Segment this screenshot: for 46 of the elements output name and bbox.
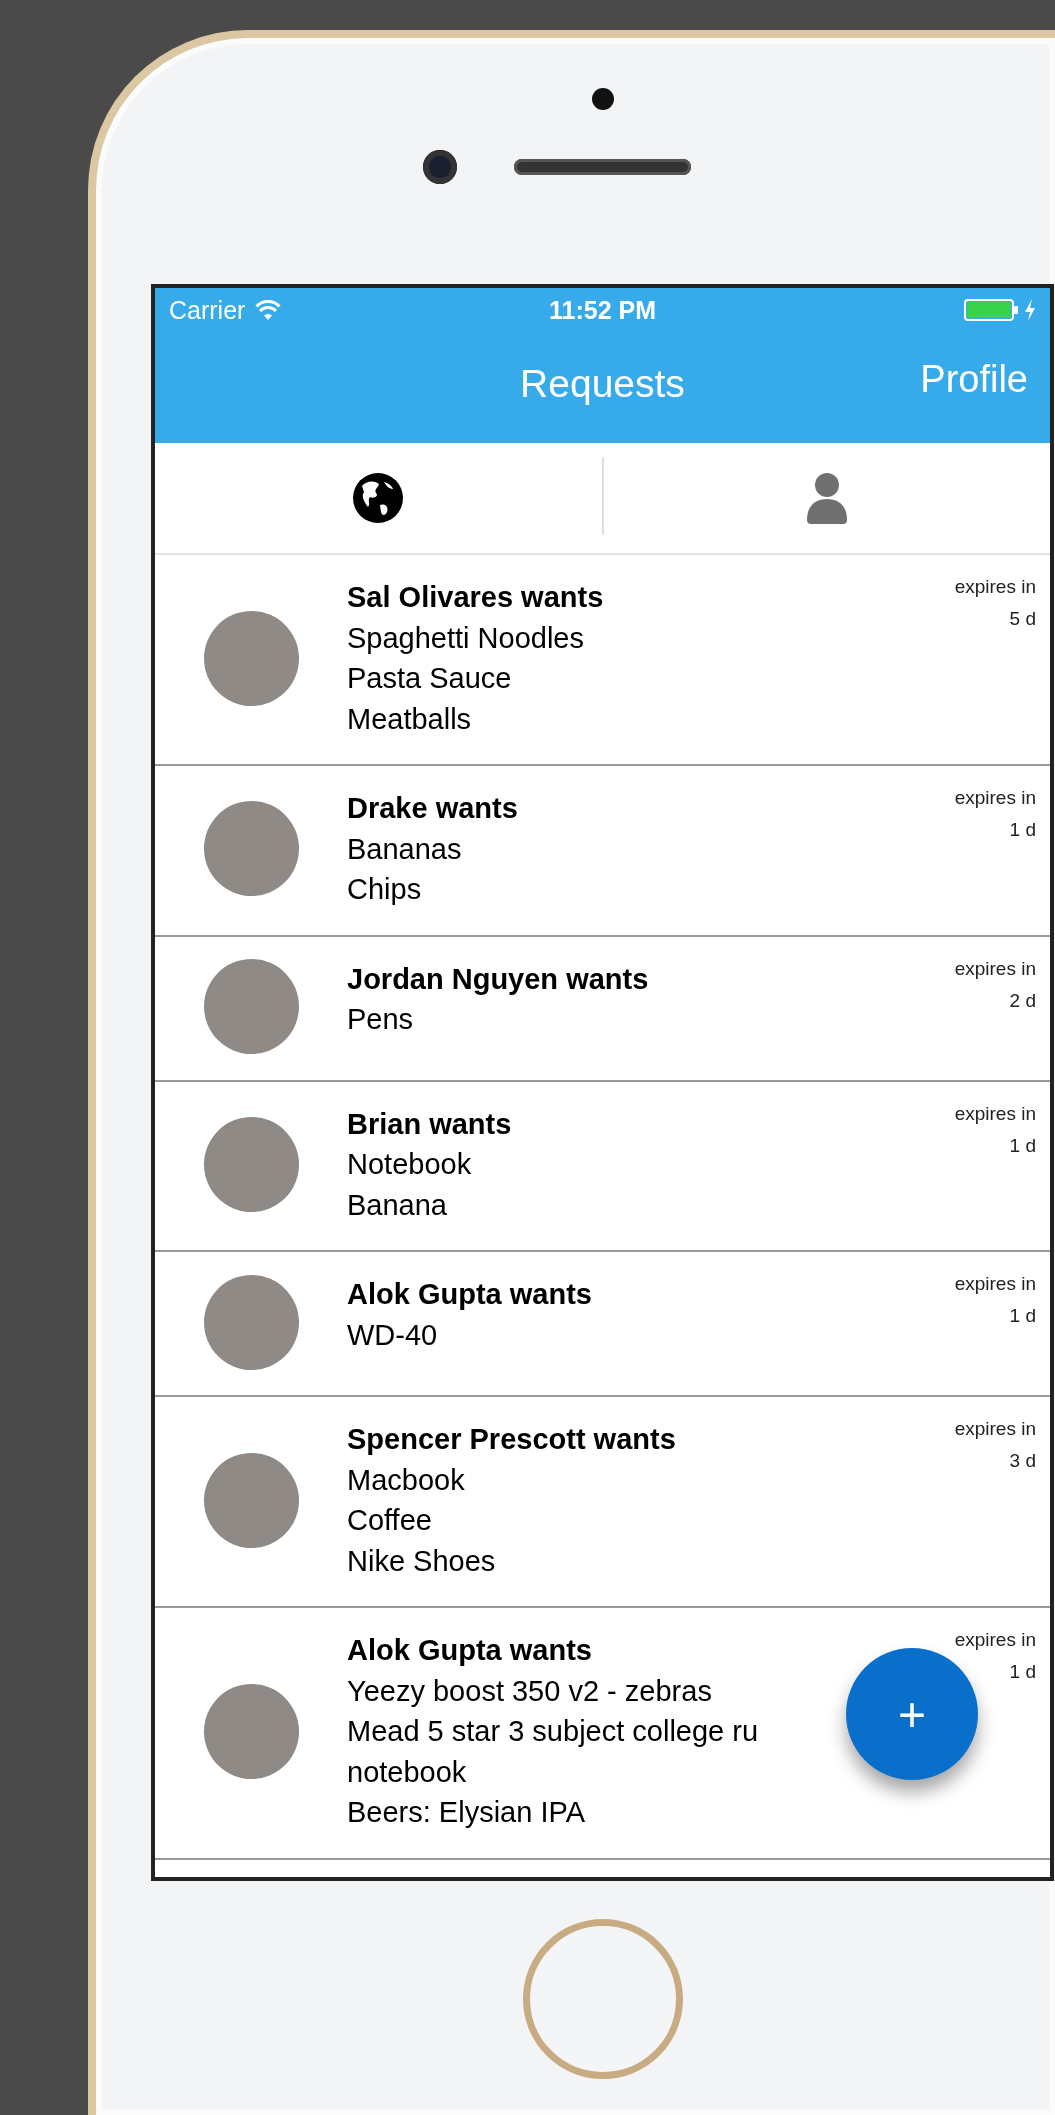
requester-name: Alok Gupta wants — [347, 1277, 592, 1312]
request-item: Bananas — [347, 831, 462, 867]
requester-name: Brian wants — [347, 1106, 512, 1142]
request-item: notebook — [347, 1754, 467, 1790]
expires-value: 1 d — [1009, 1660, 1036, 1684]
request-item: Chips — [347, 872, 422, 907]
sensor-dot — [591, 88, 614, 110]
expires-label: expires in — [954, 575, 1036, 599]
request-item: Pasta Sauce — [347, 661, 512, 696]
expires-value: 1 d — [1009, 1133, 1036, 1158]
expires-value: 5 d — [1009, 607, 1036, 631]
request-item: Yeezy boost 350 v2 - zebras — [347, 1673, 712, 1709]
request-item: Banana — [347, 1187, 447, 1223]
person-icon — [804, 472, 849, 524]
expires-label: expires in — [954, 786, 1036, 810]
requester-name: Jordan Nguyen wants — [347, 961, 649, 997]
front-camera — [423, 150, 457, 184]
expires-value: 1 d — [1009, 818, 1036, 842]
expires-label: expires in — [954, 1417, 1036, 1441]
request-item: Meatballs — [347, 701, 472, 737]
request-item: Pens — [347, 1002, 414, 1037]
request-item: Nike Shoes — [347, 1543, 496, 1579]
screen-title: Requests — [520, 362, 685, 406]
request-item: Coffee — [347, 1503, 432, 1538]
request-item: Notebook — [347, 1147, 472, 1182]
battery-icon — [964, 299, 1020, 321]
status-time: 11:52 PM — [549, 295, 656, 324]
request-item: Beers: Elysian IPA — [347, 1795, 585, 1830]
expires-value: 1 d — [1009, 1304, 1036, 1328]
request-item: Macbook — [347, 1462, 465, 1498]
expires-label: expires in — [954, 1272, 1036, 1296]
requester-name: Drake wants — [347, 791, 518, 826]
carrier-name: Carrier — [169, 295, 246, 325]
expires-label: expires in — [954, 956, 1036, 981]
requester-name: Spencer Prescott wants — [347, 1422, 676, 1457]
wifi-icon — [255, 300, 282, 320]
expires-label: expires in — [954, 1101, 1036, 1126]
expires-value: 3 d — [1009, 1449, 1036, 1473]
request-item: Spaghetti Noodles — [347, 620, 584, 656]
request-item: Mead 5 star 3 subject college ru — [347, 1714, 759, 1749]
expires-value: 2 d — [1009, 988, 1036, 1013]
globe-icon — [352, 472, 405, 524]
request-item: WD-40 — [347, 1317, 438, 1353]
requester-name: Alok Gupta wants — [347, 1633, 592, 1668]
requester-name: Sal Olivares wants — [347, 580, 604, 615]
charging-icon — [1024, 299, 1036, 321]
